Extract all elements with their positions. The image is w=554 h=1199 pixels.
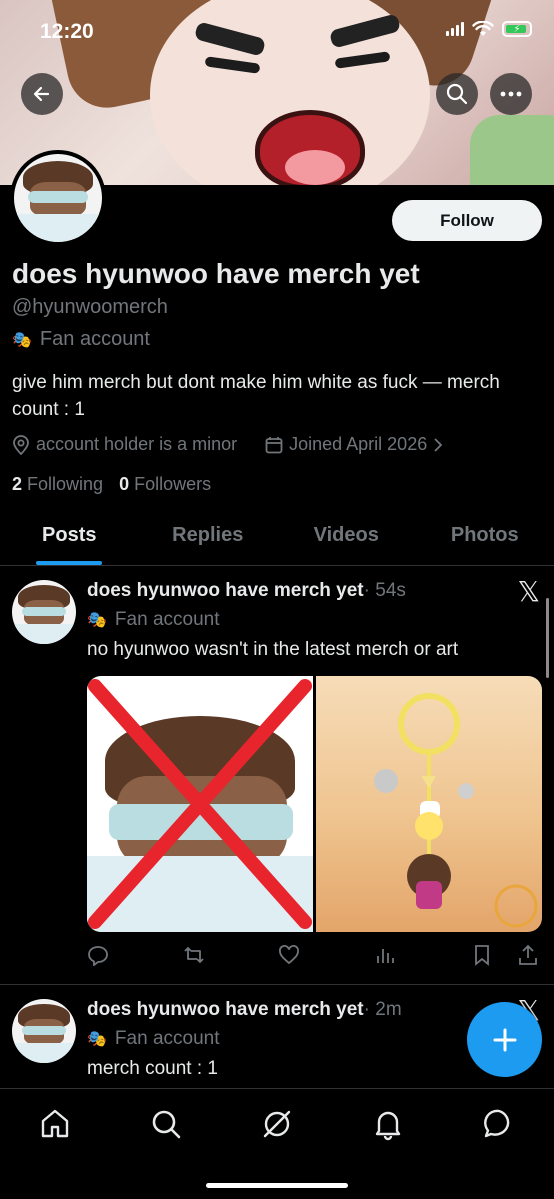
tab-videos[interactable]: Videos xyxy=(277,512,416,565)
followers-link[interactable]: 0 Followers xyxy=(119,474,211,495)
battery-icon: ⚡ xyxy=(502,21,532,37)
post-time: · 2m xyxy=(363,999,402,1020)
theater-mask-icon: 🎭 xyxy=(87,612,107,629)
profile-tabs: Posts Replies Videos Photos xyxy=(0,512,554,566)
bookmark-icon[interactable] xyxy=(471,944,493,966)
notifications-icon[interactable] xyxy=(371,1107,405,1141)
search-button[interactable] xyxy=(436,73,478,115)
post-time: · 54s xyxy=(363,580,406,601)
tab-photos[interactable]: Photos xyxy=(416,512,554,565)
status-time: 12:20 xyxy=(40,20,94,43)
chevron-right-icon[interactable] xyxy=(433,437,443,452)
post-avatar[interactable] xyxy=(12,580,76,644)
repost-icon[interactable] xyxy=(183,944,205,966)
following-count: 2 xyxy=(12,474,23,494)
post-header: does hyunwoo have merch yet· 2m xyxy=(87,999,402,1021)
post-author[interactable]: does hyunwoo have merch yet xyxy=(87,999,364,1020)
x-logo-icon: 𝕏 xyxy=(517,576,540,607)
post-media[interactable] xyxy=(87,676,542,932)
signal-icon xyxy=(446,22,464,36)
share-icon[interactable] xyxy=(517,944,539,966)
followers-label: Followers xyxy=(134,474,212,494)
views-icon[interactable] xyxy=(374,944,396,966)
grok-icon[interactable] xyxy=(260,1107,294,1141)
post-header: does hyunwoo have merch yet· 54s xyxy=(87,580,406,602)
profile-joined[interactable]: Joined April 2026 xyxy=(289,434,427,455)
follow-button[interactable]: Follow xyxy=(392,200,542,241)
post-label-text: Fan account xyxy=(114,1028,220,1049)
post-image-crossed-avatar[interactable] xyxy=(87,676,313,932)
profile-counts: 2 Following 0 Followers xyxy=(12,474,211,495)
theater-mask-icon: 🎭 xyxy=(12,331,32,349)
following-link[interactable]: 2 Following xyxy=(12,474,103,495)
post-actions xyxy=(87,944,542,968)
profile-bio: give him merch but dont make him white a… xyxy=(12,372,500,420)
profile-label-text: Fan account xyxy=(39,328,150,350)
tab-posts[interactable]: Posts xyxy=(0,512,139,565)
home-icon[interactable] xyxy=(38,1107,72,1141)
profile-label[interactable]: 🎭 Fan account xyxy=(12,328,150,351)
post-text: merch count : 1 xyxy=(87,1058,218,1079)
profile-avatar[interactable] xyxy=(10,150,106,246)
post-label: 🎭 Fan account xyxy=(87,609,220,631)
profile-handle: @hyunwoomerch xyxy=(12,296,168,318)
status-bar: 12:20 ⚡ xyxy=(0,0,554,60)
search-icon[interactable] xyxy=(149,1107,183,1141)
reply-icon[interactable] xyxy=(87,944,109,966)
wifi-icon xyxy=(472,21,494,36)
back-arrow-icon xyxy=(33,86,50,102)
following-label: Following xyxy=(27,474,104,494)
location-pin-icon xyxy=(13,434,29,455)
back-button[interactable] xyxy=(21,73,63,115)
post-avatar[interactable] xyxy=(12,999,76,1063)
plus-icon xyxy=(493,1028,516,1051)
followers-count: 0 xyxy=(119,474,130,494)
search-icon xyxy=(446,83,468,105)
post-author[interactable]: does hyunwoo have merch yet xyxy=(87,580,364,601)
post-text: no hyunwoo wasn't in the latest merch or… xyxy=(87,639,459,660)
more-button[interactable] xyxy=(490,73,532,115)
calendar-icon xyxy=(265,436,283,453)
post-label-text: Fan account xyxy=(114,609,220,630)
tab-replies[interactable]: Replies xyxy=(139,512,278,565)
compose-button[interactable] xyxy=(467,1002,542,1077)
profile-display-name: does hyunwoo have merch yet xyxy=(12,258,420,289)
theater-mask-icon: 🎭 xyxy=(87,1031,107,1048)
profile-meta: account holder is a minor Joined April 2… xyxy=(12,434,443,455)
more-icon xyxy=(500,91,522,97)
profile-location: account holder is a minor xyxy=(36,434,238,454)
home-indicator xyxy=(206,1183,348,1188)
messages-icon[interactable] xyxy=(482,1107,516,1141)
post-image-keychain[interactable] xyxy=(316,676,542,932)
like-icon[interactable] xyxy=(278,944,300,966)
post-label: 🎭 Fan account xyxy=(87,1028,220,1050)
